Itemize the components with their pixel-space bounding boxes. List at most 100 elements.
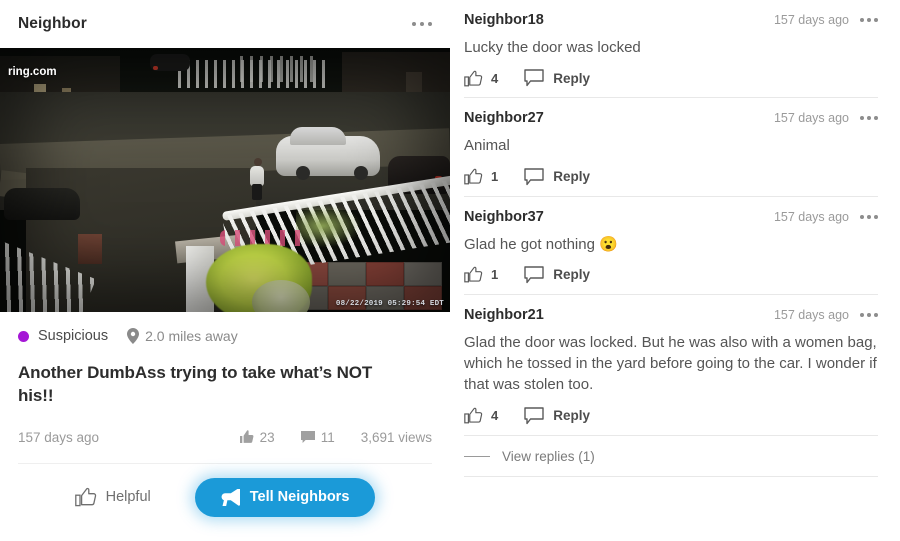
comment-header-right: 157 days ago <box>774 111 878 125</box>
comment-like-count: 1 <box>491 169 499 185</box>
comment-header-right: 157 days ago <box>774 13 878 27</box>
comment-reply-button[interactable]: Reply <box>524 266 590 284</box>
view-count: 3,691 views <box>360 429 432 445</box>
comment-text: Glad he got nothing 😮 <box>464 235 618 253</box>
helpful-label: Helpful <box>105 489 151 506</box>
helpful-button[interactable]: Helpful <box>74 487 151 507</box>
comment-actions: 1 Reply <box>464 266 878 284</box>
comment-reply-label: Reply <box>553 169 590 185</box>
comment-reply-button[interactable]: Reply <box>524 167 590 186</box>
comment-actions: 1 Reply <box>464 167 878 186</box>
comment-header: Neighbor18 157 days ago <box>464 12 878 28</box>
comment-timestamp: 157 days ago <box>773 209 849 224</box>
comment-like-button[interactable]: 1 <box>464 266 498 283</box>
dot <box>411 21 416 27</box>
thumbs-up-filled-icon <box>239 430 254 444</box>
comment-text: Lucky the door was locked <box>464 39 641 56</box>
neighbors-post-screen: Neighbor ring.com 08/22/2019 05:29:54 ED… <box>0 0 900 541</box>
comment-item: Neighbor21 157 days ago Glad the door wa… <box>464 295 878 435</box>
comment-text: Glad the door was locked. But he was als… <box>464 333 877 394</box>
comment-reply-button[interactable]: Reply <box>524 407 590 425</box>
comment-overflow-menu-icon[interactable] <box>860 211 878 223</box>
comment-bubble-filled-icon <box>300 430 315 444</box>
post-body: Suspicious 2.0 miles away Another DumbAs… <box>0 312 450 445</box>
tell-neighbors-button[interactable]: Tell Neighbors <box>194 477 376 517</box>
comment-like-count: 4 <box>491 70 499 86</box>
comment-item: Neighbor27 157 days ago Animal 1 Reply <box>464 98 878 195</box>
comment-like-button[interactable]: 4 <box>464 407 498 424</box>
ring-watermark-logo: ring.com <box>8 56 57 79</box>
category-dot-icon <box>18 330 29 342</box>
video-timestamp-overlay: 08/22/2019 05:29:54 EDT <box>335 300 444 308</box>
page-title: Neighbor <box>18 15 87 32</box>
distance-group: 2.0 miles away <box>127 328 238 344</box>
comment-author[interactable]: Neighbor37 <box>464 209 544 225</box>
comment-timestamp: 157 days ago <box>773 13 849 27</box>
comment-reply-button[interactable]: Reply <box>524 69 590 87</box>
comment-like-count: 4 <box>491 408 499 424</box>
distance-label: 2.0 miles away <box>145 328 238 344</box>
comment-actions: 4 Reply <box>464 69 878 87</box>
comment-header: Neighbor27 157 days ago <box>464 110 878 126</box>
dot <box>419 21 424 27</box>
comment-author[interactable]: Neighbor18 <box>464 12 544 28</box>
comment-header-right: 157 days ago <box>774 308 878 322</box>
thumbs-up-outline-icon <box>74 487 97 507</box>
comment-bubble-outline-icon <box>524 69 544 87</box>
post-header: Neighbor <box>0 0 450 48</box>
thumbs-up-outline-icon <box>464 407 483 424</box>
post-overflow-menu-icon[interactable] <box>410 14 435 35</box>
comment-like-button[interactable]: 1 <box>464 168 498 185</box>
video-scene <box>0 48 450 312</box>
view-replies-button[interactable]: View replies (1) <box>464 436 878 476</box>
thumbs-up-outline-icon <box>464 168 483 185</box>
comment-actions: 4 Reply <box>464 407 878 425</box>
post-action-row: Helpful Tell Neighbors <box>0 464 450 517</box>
comment-overflow-menu-icon[interactable] <box>860 14 878 26</box>
comments-pane: Neighbor18 157 days ago Lucky the door w… <box>450 0 900 541</box>
comment-count-group: 11 <box>300 429 335 445</box>
megaphone-icon <box>221 488 241 506</box>
thread-line-icon <box>464 455 490 458</box>
comment-header-right: 157 days ago <box>774 210 878 224</box>
dot <box>427 21 432 27</box>
post-title: Another DumbAss trying to take what’s NO… <box>18 363 373 405</box>
comment-overflow-menu-icon[interactable] <box>860 112 878 124</box>
thumbs-up-outline-icon <box>464 70 483 87</box>
comment-divider <box>464 475 878 477</box>
thumbs-up-outline-icon <box>464 266 483 283</box>
like-count: 23 <box>259 429 275 445</box>
comment-like-count: 1 <box>491 267 499 283</box>
comment-bubble-outline-icon <box>524 407 544 425</box>
comment-reply-label: Reply <box>553 267 590 283</box>
comment-reply-label: Reply <box>553 408 590 424</box>
view-replies-label: View replies (1) <box>502 448 595 464</box>
comment-reply-label: Reply <box>553 70 590 86</box>
comment-author[interactable]: Neighbor21 <box>464 307 544 323</box>
comment-item: Neighbor37 157 days ago Glad he got noth… <box>464 197 878 294</box>
comment-bubble-outline-icon <box>524 167 544 186</box>
comment-like-button[interactable]: 4 <box>464 70 498 87</box>
category-label: Suspicious <box>38 328 109 344</box>
security-camera-video[interactable]: ring.com 08/22/2019 05:29:54 EDT <box>0 48 450 312</box>
vignette <box>0 48 450 312</box>
ring-domain-suffix: .com <box>29 66 57 78</box>
post-counters: 23 11 3,691 views <box>239 430 432 445</box>
post-stats-row: 157 days ago 23 11 3,691 views <box>18 430 432 445</box>
post-pane: Neighbor ring.com 08/22/2019 05:29:54 ED… <box>0 0 450 541</box>
post-meta-row: Suspicious 2.0 miles away <box>18 328 432 344</box>
comment-text: Animal <box>464 137 510 155</box>
tell-neighbors-label: Tell Neighbors <box>249 489 350 506</box>
comment-header: Neighbor37 157 days ago <box>464 209 878 225</box>
location-pin-icon <box>127 328 140 344</box>
post-time-ago: 157 days ago <box>18 429 100 445</box>
comment-overflow-menu-icon[interactable] <box>860 309 878 321</box>
comment-author[interactable]: Neighbor27 <box>464 110 544 126</box>
comment-timestamp: 157 days ago <box>773 307 849 322</box>
comment-item: Neighbor18 157 days ago Lucky the door w… <box>464 0 878 97</box>
comment-bubble-outline-icon <box>524 266 544 284</box>
comment-timestamp: 157 days ago <box>773 111 849 126</box>
like-count-group: 23 <box>239 430 275 445</box>
comment-count: 11 <box>320 429 335 445</box>
comment-header: Neighbor21 157 days ago <box>464 307 878 323</box>
